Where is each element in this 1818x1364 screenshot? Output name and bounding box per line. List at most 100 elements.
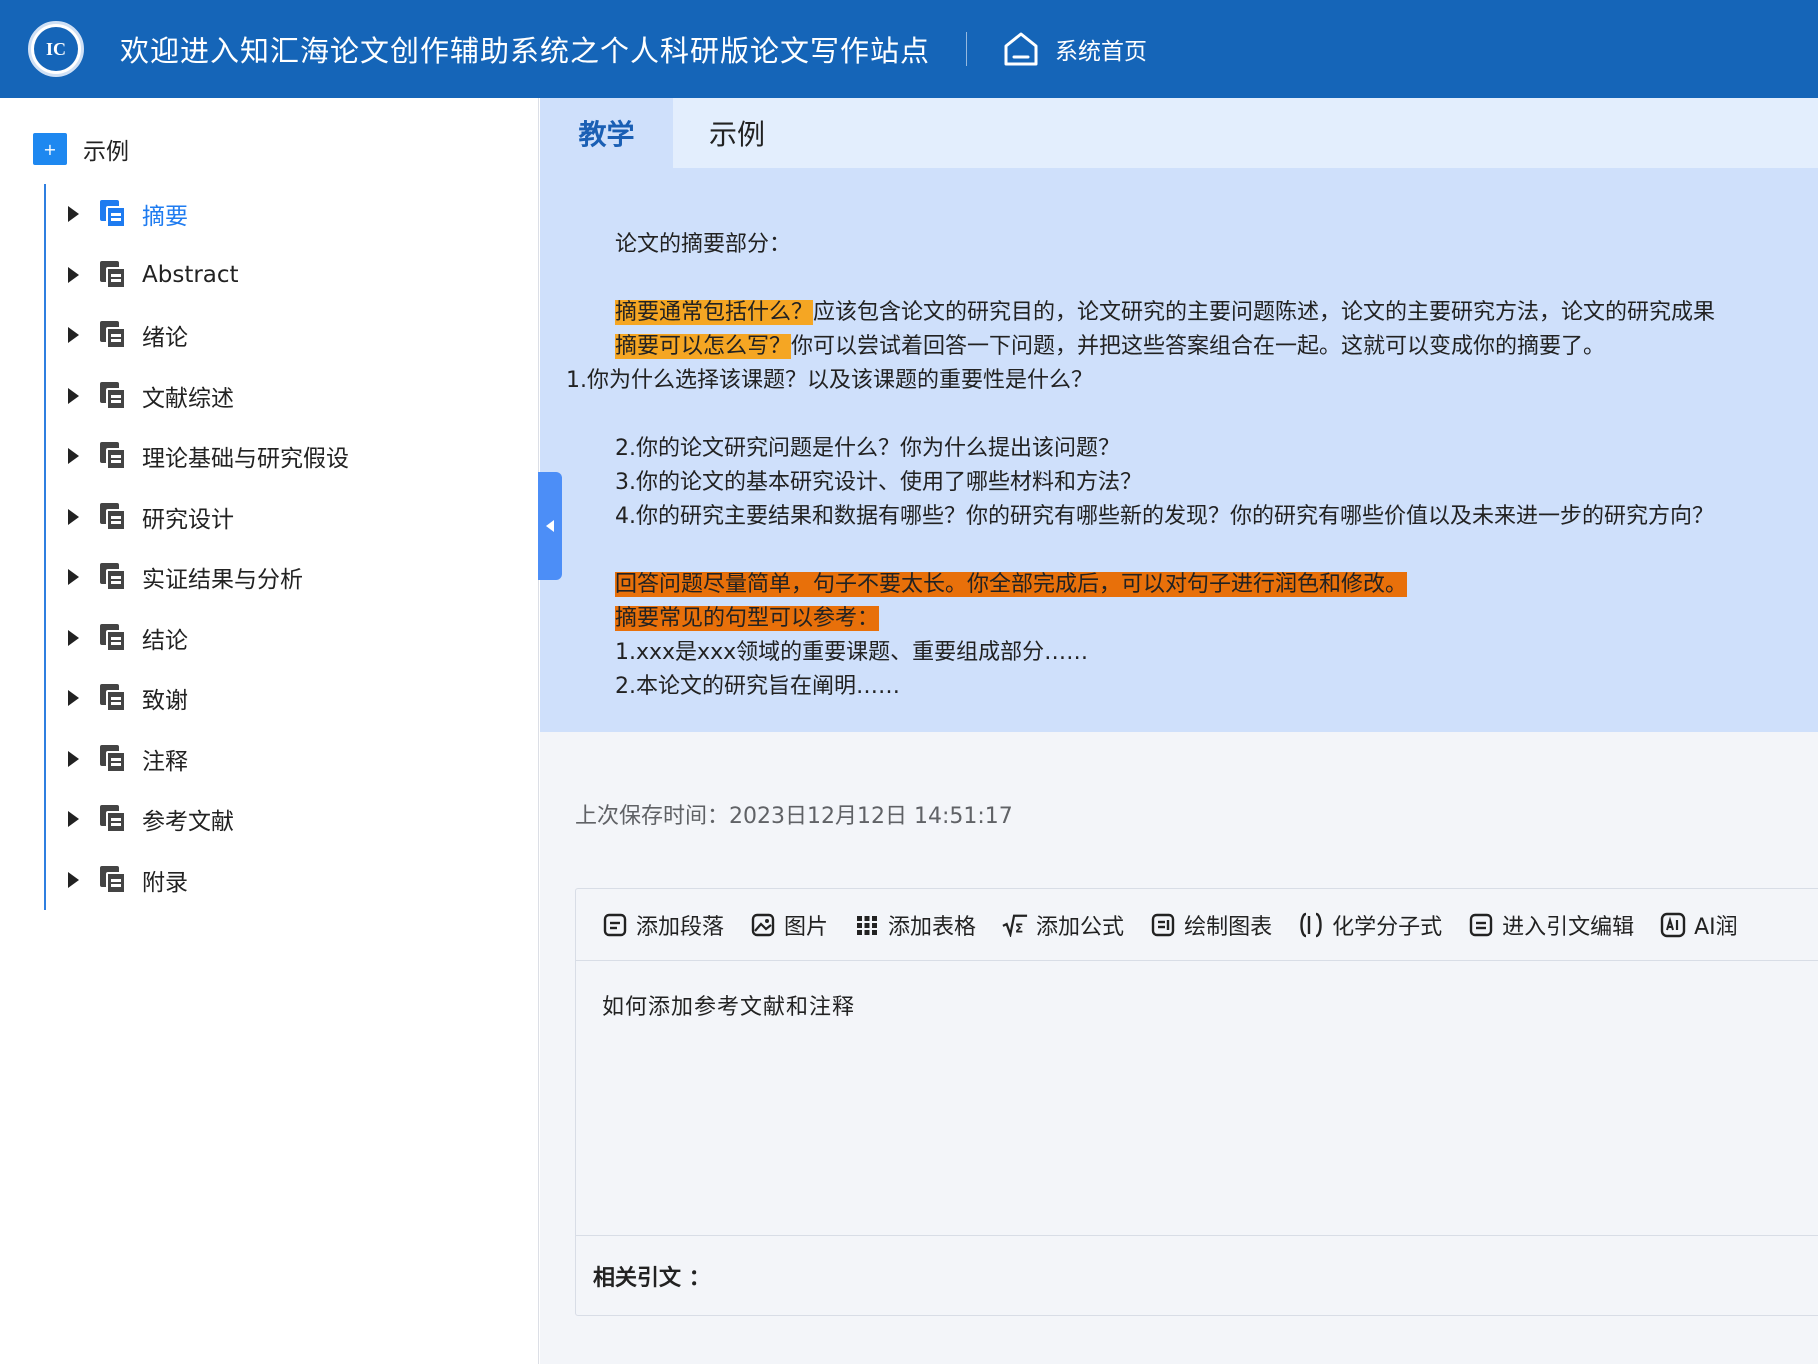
highlight-question-2: 摘要可以怎么写？ [615,334,792,359]
draw-chart-label: 绘制图表 [1184,914,1273,940]
sidebar-item-results-analysis[interactable]: 实证结果与分析 [64,557,303,597]
document-icon [100,200,126,228]
caret-right-icon[interactable] [68,388,79,404]
guide-answer-2: 你可以尝试着回答一下问题，并把这些答案组合在一起。这就可以变成你的摘要了。 [791,334,1606,359]
citation-edit-button[interactable]: 进入引文编辑 [1468,909,1634,941]
sidebar-item-introduction[interactable]: 绪论 [64,315,188,355]
sidebar-item-acknowledgements[interactable]: 致谢 [64,678,188,718]
document-icon [100,382,126,410]
sidebar-item-label: 附录 [142,870,188,896]
caret-right-icon[interactable] [68,448,79,464]
outline-sidebar: + 示例 摘要 Abstract 绪论 文献综述 理论基础与研究假设 研究设计 … [0,98,539,1364]
sidebar-item-label: 结论 [142,628,188,654]
sidebar-item-notes[interactable]: 注释 [64,739,188,779]
caret-right-icon[interactable] [68,751,79,767]
sidebar-item-label: 参考文献 [142,809,234,835]
top-header: IC 欢迎进入知汇海论文创作辅助系统之个人科研版论文写作站点 系统首页 [0,0,1818,98]
caret-right-icon[interactable] [68,872,79,888]
sidebar-item-label: Abstract [142,262,239,288]
image-icon [750,912,776,938]
editor-content[interactable]: 如何添加参考文献和注释 [602,989,855,1021]
molecule-bracket-icon [1298,912,1324,938]
chem-formula-button[interactable]: 化学分子式 [1298,909,1442,941]
document-icon [100,684,126,712]
draw-chart-button[interactable]: 绘制图表 [1150,909,1272,941]
logo-mark: IC [34,27,78,71]
sidebar-item-research-design[interactable]: 研究设计 [64,497,234,537]
document-icon [100,745,126,773]
caret-right-icon[interactable] [68,206,79,222]
tab-bar: 教学 示例 [540,98,1818,168]
sidebar-collapse-handle[interactable] [538,472,562,580]
sidebar-item-label: 实证结果与分析 [142,567,303,593]
sidebar-item-theory-hypothesis[interactable]: 理论基础与研究假设 [64,436,349,476]
expand-plus-icon[interactable]: + [33,133,67,165]
sidebar-item-label: 理论基础与研究假设 [142,446,349,472]
guide-heading: 论文的摘要部分： [615,232,792,257]
sidebar-item-label: 绪论 [142,325,188,351]
highlight-tip: 回答问题尽量简单，句子不要太长。你全部完成后，可以对句子进行润色和修改。 [615,572,1408,597]
sidebar-item-abstract-en[interactable]: Abstract [64,255,239,295]
sidebar-item-abstract-cn[interactable]: 摘要 [64,194,188,234]
add-table-label: 添加表格 [888,914,977,940]
guide-question-2: 摘要可以怎么写？你可以尝试着回答一下问题，并把这些答案组合在一起。这就可以变成你… [615,332,1605,362]
caret-right-icon[interactable] [68,630,79,646]
document-icon [100,442,126,470]
add-formula-button[interactable]: Σ 添加公式 [1002,909,1124,941]
caret-right-icon[interactable] [68,690,79,706]
caret-right-icon[interactable] [68,509,79,525]
add-table-button[interactable]: 添加表格 [854,909,976,941]
add-paragraph-button[interactable]: 添加段落 [602,909,724,941]
guide-item-3: 3.你的论文的基本研究设计、使用了哪些材料和方法？ [615,470,1142,495]
related-citations-label: 相关引文 ： [593,1265,711,1291]
guide-item-2: 2.你的论文研究问题是什么？你为什么提出该问题？ [615,436,1120,461]
tab-teaching[interactable]: 教学 [540,98,673,168]
related-citations-bar: 相关引文 ： [576,1235,1818,1315]
caret-right-icon[interactable] [68,267,79,283]
chem-formula-label: 化学分子式 [1332,914,1443,940]
home-link[interactable]: 系统首页 [1055,32,1147,66]
guide-answer-1: 应该包含论文的研究目的，论文研究的主要问题陈述，论文的主要研究方法，论文的研究成… [813,300,1716,325]
site-logo[interactable]: IC [28,21,84,77]
header-divider [966,32,968,66]
home-icon[interactable] [1001,29,1041,69]
guide-question-1: 摘要通常包括什么？应该包含论文的研究目的，论文研究的主要问题陈述，论文的主要研究… [615,298,1715,328]
guide-item-1: 1.你为什么选择该课题？以及该课题的重要性是什么？ [566,368,1093,393]
document-icon [100,805,126,833]
ai-polish-button[interactable]: AI润 [1660,909,1738,941]
tree-root-label: 示例 [83,139,129,165]
teaching-guide-panel: 论文的摘要部分： 摘要通常包括什么？应该包含论文的研究目的，论文研究的主要问题陈… [540,168,1818,732]
tab-example[interactable]: 示例 [673,98,801,168]
sidebar-item-appendix[interactable]: 附录 [64,860,188,900]
document-icon [100,261,126,289]
caret-right-icon[interactable] [68,811,79,827]
add-formula-label: 添加公式 [1036,914,1125,940]
sidebar-item-label: 研究设计 [142,507,234,533]
formula-sqrt-icon: Σ [1002,912,1028,938]
ai-icon [1660,912,1686,938]
main-panel: 教学 示例 论文的摘要部分： 摘要通常包括什么？应该包含论文的研究目的，论文研究… [540,98,1818,1364]
citation-icon [1468,912,1494,938]
insert-image-button[interactable]: 图片 [750,909,828,941]
sidebar-item-label: 文献综述 [142,386,234,412]
sidebar-item-literature-review[interactable]: 文献综述 [64,376,234,416]
guide-pattern-2: 2.本论文的研究旨在阐明…… [615,674,900,699]
document-icon [100,866,126,894]
guide-pattern-1: 1.xxx是xxx领域的重要课题、重要组成部分…… [615,640,1089,665]
sidebar-item-conclusion[interactable]: 结论 [64,618,188,658]
sidebar-item-references[interactable]: 参考文献 [64,799,234,839]
caret-right-icon[interactable] [68,327,79,343]
document-icon [100,624,126,652]
svg-text:Σ: Σ [1015,921,1023,935]
ai-polish-label: AI润 [1694,914,1738,940]
chart-icon [1150,912,1176,938]
chevron-left-icon [546,520,554,532]
tree-root[interactable]: + 示例 [33,132,129,166]
document-icon [100,503,126,531]
paragraph-editor: 添加段落 图片 添加表格 Σ 添加公式 绘制图表 化学分子式 进入引文编辑 AI… [575,888,1818,1316]
caret-right-icon[interactable] [68,569,79,585]
guide-tip: 回答问题尽量简单，句子不要太长。你全部完成后，可以对句子进行润色和修改。 [615,570,1408,600]
site-title: 欢迎进入知汇海论文创作辅助系统之个人科研版论文写作站点 [120,34,931,68]
document-icon [100,563,126,591]
insert-image-label: 图片 [784,914,829,940]
